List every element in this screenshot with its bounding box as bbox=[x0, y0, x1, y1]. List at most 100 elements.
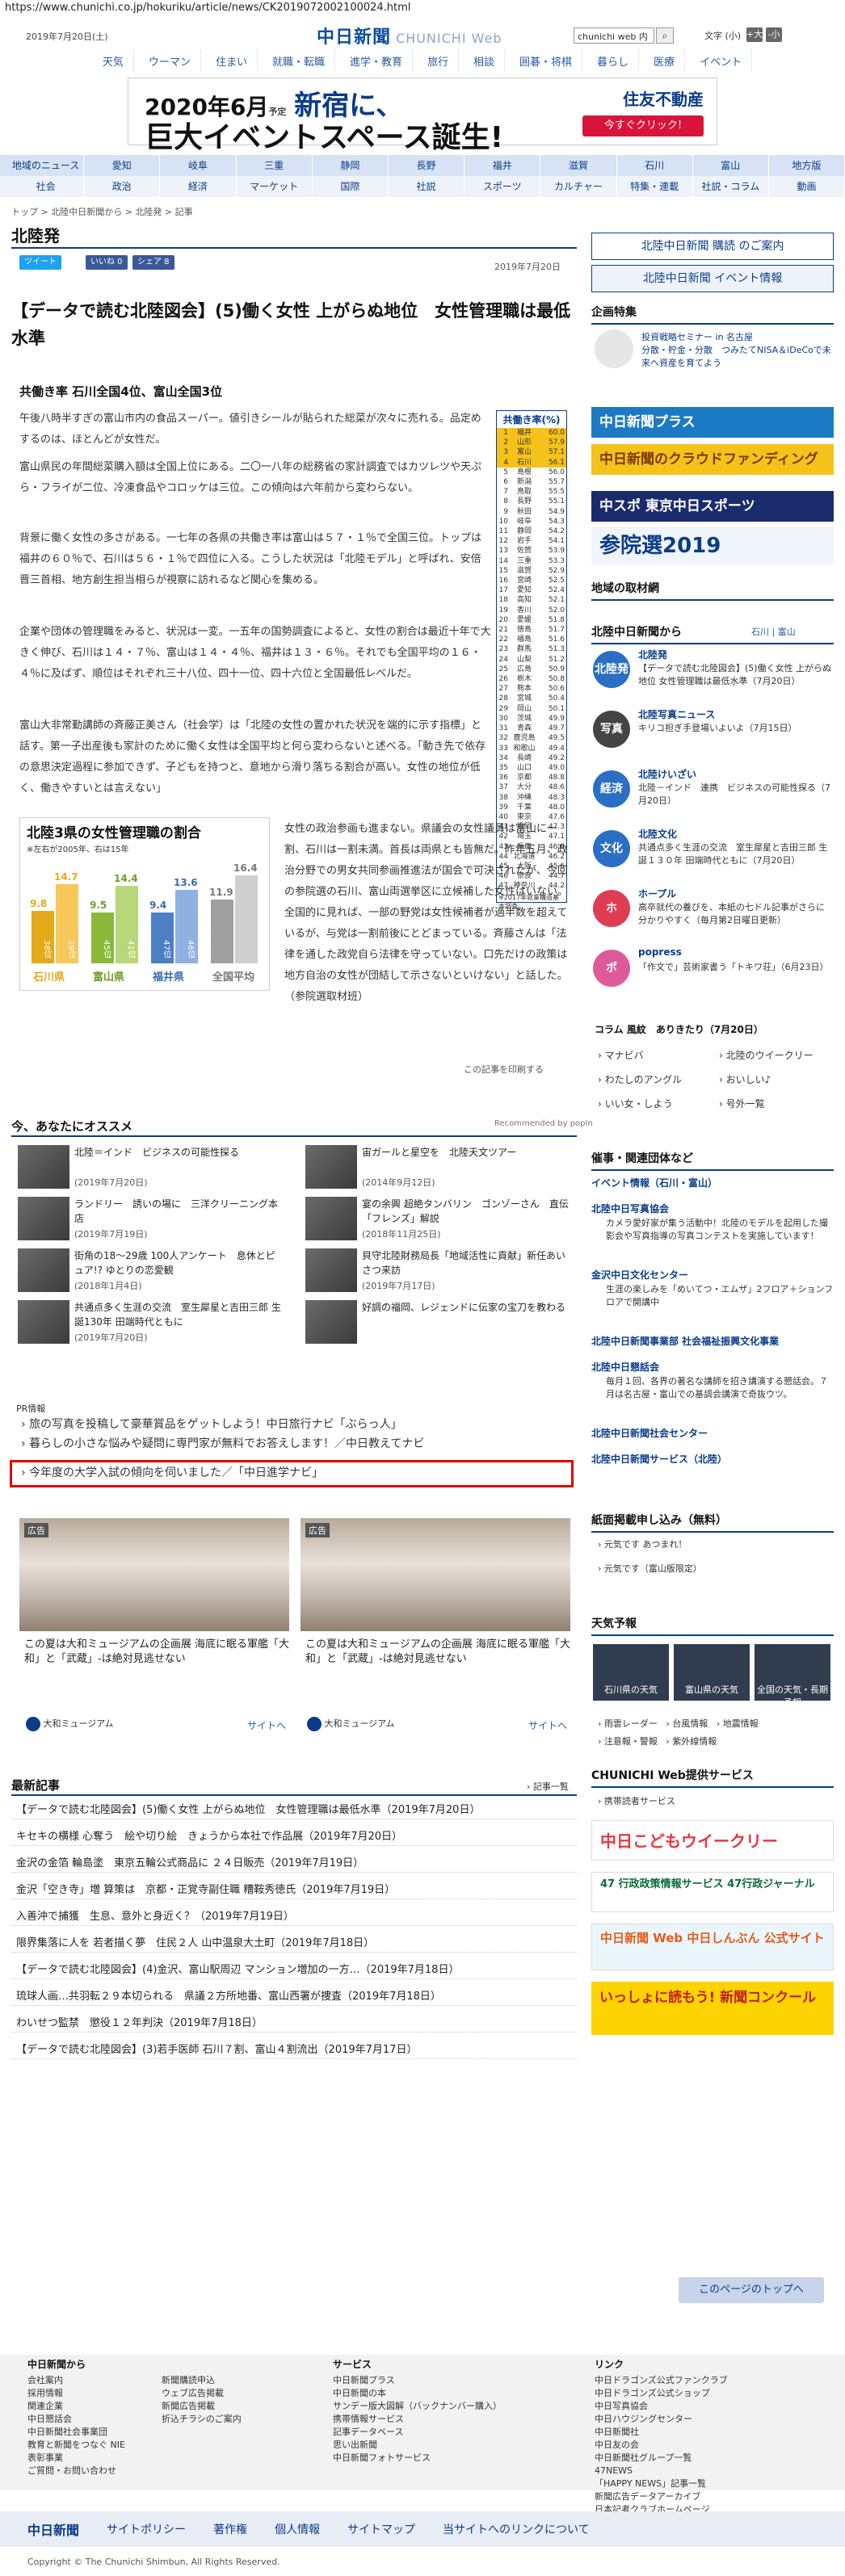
topic-nav-item[interactable]: 社会 bbox=[8, 176, 85, 197]
column-link[interactable]: コラム 風紋 ありきたり（7月20日） bbox=[595, 1022, 763, 1036]
column-link-text[interactable]: マナビバ bbox=[605, 1050, 644, 1061]
topic-nav-item[interactable]: 政治 bbox=[84, 176, 161, 197]
org-title[interactable]: イベント情報（石川・富山） bbox=[591, 1176, 834, 1189]
recommend-item[interactable]: ランドリー 誘いの場に 三洋クリーニング本店 (2019年7月19日) bbox=[18, 1197, 284, 1242]
footer-bar-link[interactable]: 当サイトへのリンクについて bbox=[443, 2521, 590, 2537]
recommend-text[interactable]: ランドリー 誘いの場に 三洋クリーニング本店 bbox=[74, 1197, 284, 1226]
promo-shinbun[interactable]: 中日新聞 Web 中日しんぶん 公式サイト bbox=[591, 1924, 834, 1970]
font-smaller-button[interactable]: -小 bbox=[766, 27, 782, 42]
events-button[interactable]: 北陸中日新聞 イベント情報 bbox=[591, 265, 834, 292]
weather-toyama[interactable]: 富山県の天気 bbox=[674, 1644, 750, 1701]
footer-link[interactable]: 関連企業 bbox=[27, 2400, 125, 2413]
footer-link[interactable]: 中日新聞社グループ一覧 bbox=[595, 2452, 728, 2465]
column-link-text[interactable]: おいしい♪ bbox=[726, 1074, 771, 1085]
org-title[interactable]: 北陸中日写真協会 bbox=[591, 1202, 834, 1215]
topic-nav-item[interactable]: スポーツ bbox=[465, 176, 541, 197]
from-item[interactable]: 北陸発 北陸発 【データで読む北陸図会】(5)働く女性 上がらぬ地位 女性管理職は最… bbox=[591, 646, 834, 703]
footer-link[interactable]: 47NEWS bbox=[595, 2465, 728, 2477]
weather-link[interactable]: › 注意報・警報 bbox=[598, 1736, 658, 1747]
from-item[interactable]: ホホープル 高卒就代の養びを、本紙の七ドル記事がさらに分かりやすく（毎月第2日曜日… bbox=[591, 885, 834, 942]
footer-link[interactable]: 新聞購読申込 bbox=[162, 2374, 242, 2387]
global-nav-item[interactable]: 天気 bbox=[93, 50, 134, 71]
recommend-text[interactable]: 貝守北陸財務局長「地域活性に貢献」新任あいさつ来訪 bbox=[362, 1248, 572, 1278]
from-item-title[interactable]: 北陸文化 bbox=[638, 827, 677, 841]
from-item-title[interactable]: popress bbox=[638, 946, 682, 958]
global-nav-item[interactable]: 医療 bbox=[644, 50, 686, 71]
org-item[interactable]: 北陸中日新聞事業部 社会福祉振興文化事業 bbox=[591, 1334, 834, 1348]
footer-link[interactable]: ウェブ広告掲載 bbox=[162, 2387, 242, 2400]
org-title[interactable]: 北陸中日懇話会 bbox=[591, 1360, 834, 1374]
promo-contest[interactable]: いっしょに読もう! 新聞コンクール bbox=[591, 1982, 834, 2035]
column-link-item[interactable]: › いい女・しよう bbox=[598, 1097, 711, 1110]
paper-link[interactable]: › 元気です あつまれ！ bbox=[598, 1538, 687, 1550]
footer-link[interactable]: 携帯情報サービス bbox=[333, 2413, 502, 2426]
breadcrumb[interactable]: トップ > 北陸中日新聞から > 北陸発 > 記事 bbox=[11, 205, 193, 218]
region-nav-item[interactable]: 長野 bbox=[389, 155, 465, 176]
promo-47[interactable]: 47 行政政策情報サービス 47行政ジャーナル bbox=[591, 1872, 834, 1912]
footer-link[interactable]: 中日新聞の本 bbox=[333, 2387, 502, 2400]
region-nav-item[interactable]: 地域のニュース bbox=[8, 155, 85, 176]
footer-link[interactable]: 教育と新聞をつなぐ NIE bbox=[27, 2439, 125, 2452]
org-item[interactable]: 北陸中日新聞サービス（北陸） bbox=[591, 1452, 834, 1466]
from-item-desc[interactable]: 「作文で」芸術家書う「トキワ荘」（6月23日） bbox=[638, 961, 832, 974]
recent-item[interactable]: 琉球人画…共羽転２９本切られる 県議２方所地番、富山西署が捜査（2019年7月1… bbox=[11, 1989, 577, 2006]
recommend-thumbnail[interactable] bbox=[305, 1248, 357, 1292]
recommend-item[interactable]: 好調の福岡、レジェンドに伝家の宝刀を教わる bbox=[305, 1300, 572, 1345]
from-item-desc[interactable]: 共通点多く生涯の交流 室生犀星と吉田三郎 生誕１３０年 田端時代ともに（7月20… bbox=[638, 841, 832, 867]
topic-nav-item[interactable]: 特集・連載 bbox=[617, 176, 693, 197]
recent-item[interactable]: 金沢の金箔 輪島塗 東京五輪公式商品に ２４日販売（2019年7月19日） bbox=[11, 1856, 577, 1873]
banner-chunichi-plus[interactable]: 中日新聞プラス bbox=[591, 407, 834, 438]
org-item[interactable]: 北陸中日写真協会 カメラ愛好家が集う活動中！北陸のモデルを起用した撮影会や写真指導… bbox=[591, 1202, 834, 1243]
global-nav-item[interactable]: ウーマン bbox=[139, 50, 201, 71]
from-region-links[interactable]: 石川 | 富山 bbox=[751, 625, 796, 638]
region-nav-item[interactable]: 福井 bbox=[465, 155, 541, 176]
footer-bar-link[interactable]: サイトマップ bbox=[347, 2521, 415, 2537]
recent-item[interactable]: 【データで読む北陸図会】(3)若手医師 石川７割、富山４割流出（2019年7月1… bbox=[11, 2042, 577, 2059]
ad-site-link[interactable]: サイトへ bbox=[247, 1718, 286, 1732]
ad-image[interactable] bbox=[301, 1518, 570, 1631]
recommend-text[interactable]: 街角の18〜29歳 100人アンケート 息休とピュア!? ゆとりの恋愛観 bbox=[74, 1248, 284, 1278]
topic-nav-item[interactable]: 社説 bbox=[389, 176, 465, 197]
from-item[interactable]: 経済 北陸けいざい 北陸－インド 連携 ビジネスの可能性探る（7月20日） bbox=[591, 766, 834, 822]
recommend-item[interactable]: 共通点多く生涯の交流 室生犀星と吉田三郎 生誕130年 田端時代ともに (2019… bbox=[18, 1300, 284, 1345]
footer-link[interactable]: 表彰事業 bbox=[27, 2452, 125, 2465]
banner-election[interactable]: 参院選2019 bbox=[591, 527, 834, 565]
topic-nav-item[interactable]: カルチャー bbox=[540, 176, 617, 197]
weather-link[interactable]: › 紫外線情報 bbox=[666, 1736, 717, 1747]
topic-nav-item[interactable]: 国際 bbox=[313, 176, 389, 197]
org-item[interactable]: イベント情報（石川・富山） bbox=[591, 1176, 834, 1189]
org-item[interactable]: 北陸中日懇話会 毎月１回、各界の著名な講師を招き講演する懇話会。７月は名古屋・富山… bbox=[591, 1360, 834, 1401]
column-link-text[interactable]: 北陸のウイークリー bbox=[726, 1050, 813, 1061]
special-item[interactable]: 投資戦略セミナー in 名古屋 分散・貯金・分散 つみたてNISA＆iDeCoで… bbox=[641, 331, 832, 370]
ad-image[interactable] bbox=[19, 1518, 289, 1631]
region-nav-item[interactable]: 愛知 bbox=[84, 155, 161, 176]
org-title[interactable]: 金沢中日文化センター bbox=[591, 1268, 834, 1282]
footer-link[interactable]: 中日新聞社会事業団 bbox=[27, 2426, 125, 2439]
recommend-item[interactable]: 貝守北陸財務局長「地域活性に貢献」新任あいさつ来訪 (2019年7月17日) bbox=[305, 1248, 572, 1294]
footer-link[interactable]: サンデー版大図解（バックナンバー購入） bbox=[333, 2400, 502, 2413]
recommend-thumbnail[interactable] bbox=[305, 1300, 357, 1344]
ad-caption[interactable]: この夏は大和ミュージアムの企画展 海底に眠る軍艦「大和」と「武蔵」-は絶対見逃せ… bbox=[305, 1638, 572, 1667]
recommend-item[interactable]: 北陸＝インド ビジネスの可能性探る (2019年7月20日) bbox=[18, 1145, 284, 1190]
weather-link[interactable]: › 雨雲レーダー bbox=[598, 1718, 658, 1729]
global-nav-item[interactable]: 旅行 bbox=[418, 50, 459, 71]
from-item[interactable]: ポ popress 「作文で」芸術家書う「トキワ荘」（6月23日） bbox=[591, 945, 834, 1001]
recommend-text[interactable]: 宴の余興 超絶タンバリン ゴンゾーさん 直伝「フレンズ」解説 bbox=[362, 1197, 572, 1226]
from-item-desc[interactable]: 北陸－インド 連携 ビジネスの可能性探る（7月20日） bbox=[638, 782, 832, 808]
recent-item[interactable]: 【データで読む北陸図会】(5)働く女性 上がらぬ地位 女性管理職は最低水準（20… bbox=[11, 1802, 577, 1819]
column-link-text[interactable]: いい女・しよう bbox=[605, 1098, 673, 1110]
banner-chuspo[interactable]: 中スポ 東京中日スポーツ bbox=[591, 491, 834, 522]
search-input[interactable]: chunichi web 内 bbox=[574, 27, 654, 44]
recommend-item[interactable]: 宙ガールと星空を 北陸天文ツアー (2014年9月12日) bbox=[305, 1145, 572, 1190]
recent-item[interactable]: 限界集落に人を 若者描く夢 住民２人 山中温泉大土町（2019年7月18日） bbox=[11, 1936, 577, 1953]
org-title[interactable]: 北陸中日新聞事業部 社会福祉振興文化事業 bbox=[591, 1334, 834, 1348]
promo-kodomo[interactable]: 中日こどもウイークリー bbox=[591, 1820, 834, 1861]
column-link-item[interactable]: › わたしのアングル bbox=[598, 1072, 711, 1086]
from-item[interactable]: 文化 北陸文化 共通点多く生涯の交流 室生犀星と吉田三郎 生誕１３０年 田端時代とも… bbox=[591, 825, 834, 882]
recommend-thumbnail[interactable] bbox=[305, 1197, 357, 1240]
column-link-text[interactable]: わたしのアングル bbox=[605, 1074, 683, 1085]
region-nav-item[interactable]: 三重 bbox=[237, 155, 313, 176]
print-article-link[interactable]: この記事を印刷する bbox=[464, 1063, 544, 1076]
footer-bar-link[interactable]: 著作権 bbox=[213, 2521, 247, 2537]
org-item[interactable]: 北陸中日新聞社会センター bbox=[591, 1426, 834, 1440]
